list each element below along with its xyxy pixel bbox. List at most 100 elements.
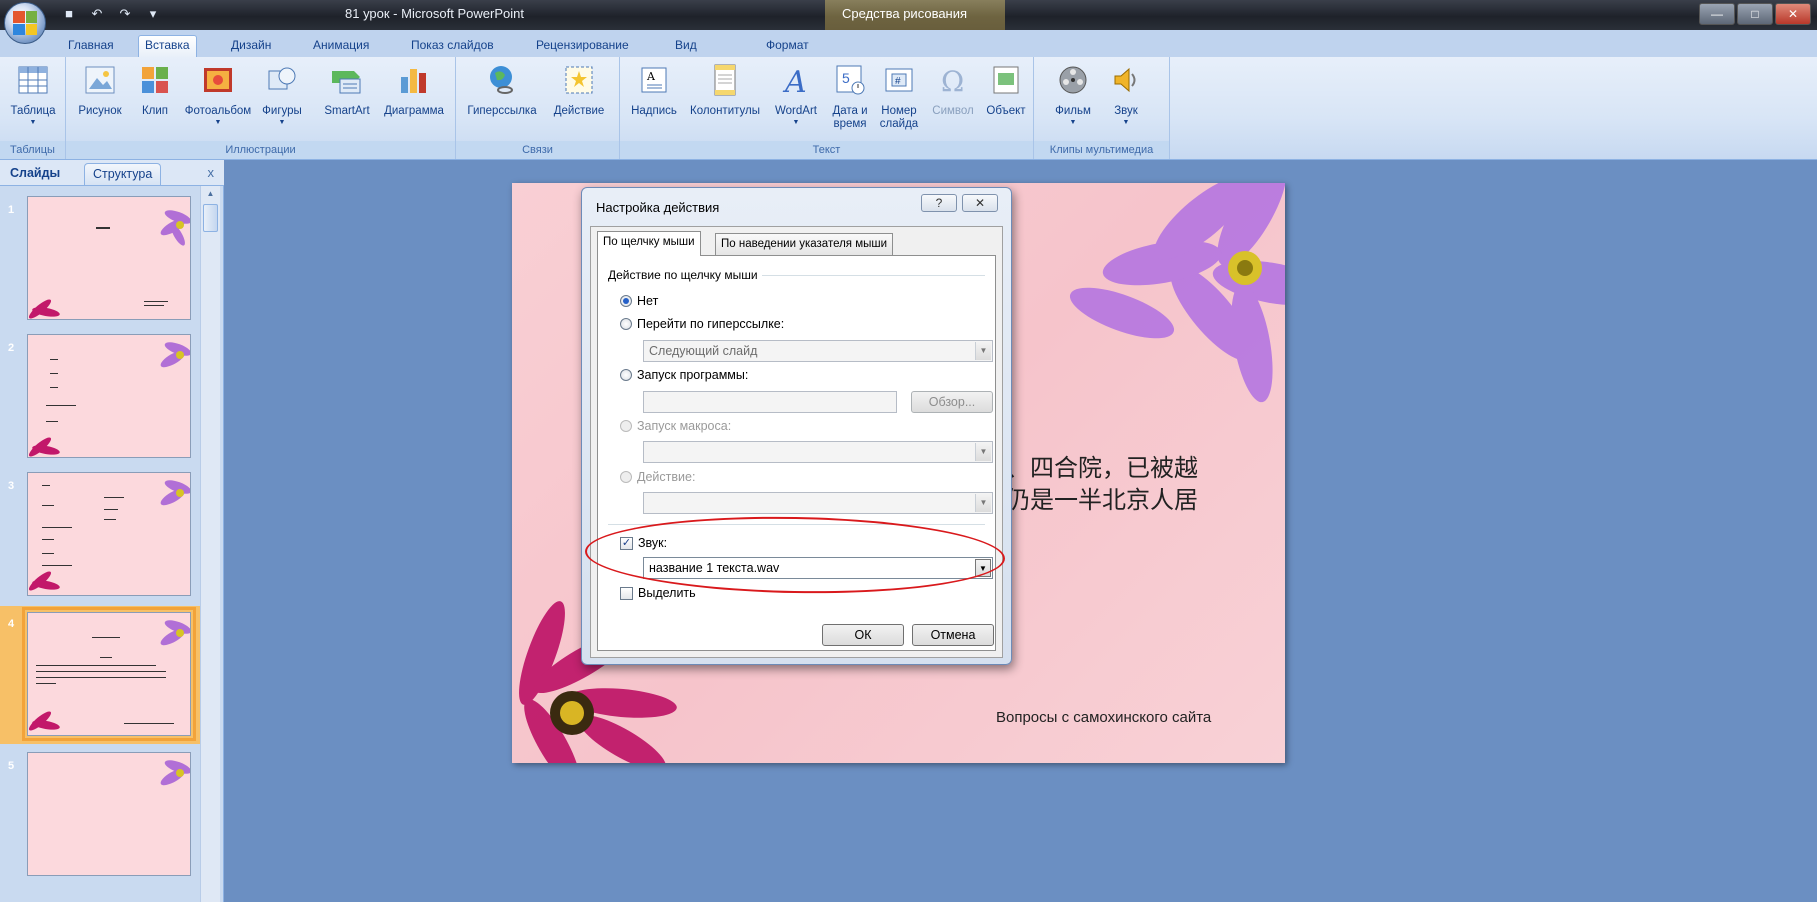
wordart-icon: A — [782, 65, 807, 100]
tab-slideshow[interactable]: Показ слайдов — [405, 36, 500, 57]
macro-select[interactable]: ▼ — [643, 441, 993, 463]
ok-button[interactable]: ОК — [822, 624, 904, 646]
close-icon[interactable]: x — [208, 165, 215, 180]
chart-icon — [401, 69, 426, 93]
program-path-input[interactable] — [643, 391, 897, 413]
sound-select[interactable]: название 1 текста.wav ▼ — [643, 557, 993, 579]
table-icon — [18, 66, 48, 94]
slide-thumbnail-3[interactable] — [27, 472, 191, 596]
smartart-button[interactable]: SmartArt — [318, 63, 376, 118]
slide-footer-text[interactable]: Вопросы с самохинского сайта — [996, 709, 1211, 726]
object-icon — [993, 66, 1019, 94]
chart-button[interactable]: Диаграмма — [376, 63, 452, 118]
svg-text:A: A — [646, 70, 656, 83]
slide-thumbnails: 1 2 3 4 5 — [0, 186, 200, 902]
datetime-button[interactable]: 5 Дата и время — [826, 63, 874, 131]
browse-button[interactable]: Обзор... — [911, 391, 993, 413]
radio-object-action[interactable]: Действие: — [620, 470, 695, 484]
tab-mouse-over[interactable]: По наведении указателя мыши — [715, 233, 894, 255]
dialog-close-button[interactable]: ✕ — [962, 194, 998, 212]
textbox-button[interactable]: A Надпись — [624, 63, 684, 118]
chevron-down-icon[interactable]: ▼ — [975, 342, 991, 360]
header-footer-button[interactable]: Колонтитулы — [684, 63, 766, 118]
tab-review[interactable]: Рецензирование — [530, 36, 635, 57]
action-icon — [565, 66, 593, 94]
maximize-button[interactable]: □ — [1737, 3, 1773, 25]
radio-run-macro[interactable]: Запуск макроса: — [620, 419, 731, 433]
checkmark-icon[interactable]: ✓ — [620, 536, 633, 550]
play-sound-checkbox-row[interactable]: ✓ Звук: — [620, 536, 667, 550]
tab-design[interactable]: Дизайн — [225, 36, 277, 57]
scroll-up-icon[interactable]: ▲ — [203, 189, 218, 201]
sound-button[interactable]: Звук ▼ — [1104, 63, 1148, 127]
movie-button[interactable]: Фильм ▼ — [1048, 63, 1098, 127]
tab-outline[interactable]: Структура — [84, 163, 162, 185]
calendar-icon: 5 — [836, 65, 865, 95]
cancel-button[interactable]: Отмена — [912, 624, 994, 646]
radio-run-program[interactable]: Запуск программы: — [620, 368, 748, 382]
radio-icon[interactable] — [620, 318, 632, 330]
ribbon-tabs: Главная Вставка Дизайн Анимация Показ сл… — [0, 30, 1817, 58]
slide-thumbnail-4[interactable] — [22, 607, 196, 741]
redo-icon[interactable]: ↷ — [116, 5, 134, 23]
table-button[interactable]: Таблица ▼ — [4, 63, 62, 127]
radio-icon[interactable] — [620, 369, 632, 381]
slide-text-line[interactable]: 、四合院，已被越 — [1006, 448, 1198, 483]
shapes-button[interactable]: Фигуры ▼ — [254, 63, 310, 127]
radio-none[interactable]: Нет — [620, 294, 658, 308]
picture-button[interactable]: Рисунок — [74, 63, 126, 118]
tab-animation[interactable]: Анимация — [307, 36, 375, 57]
slide-thumbnail-5[interactable] — [27, 752, 191, 876]
wordart-button[interactable]: A WordArt ▼ — [768, 63, 824, 127]
hyperlink-select[interactable]: Следующий слайд ▼ — [643, 340, 993, 362]
tab-mouse-click[interactable]: По щелчку мыши — [597, 231, 701, 256]
dialog-title: Настройка действия — [596, 200, 720, 215]
symbol-button[interactable]: Ω Символ — [926, 63, 980, 118]
window-controls: — □ ✕ — [1699, 3, 1811, 25]
scroll-thumb[interactable] — [203, 204, 218, 232]
group-label-illustrations: Иллюстрации — [66, 141, 455, 159]
chevron-down-icon[interactable]: ▼ — [975, 559, 991, 577]
tab-format[interactable]: Формат — [760, 36, 815, 57]
close-window-button[interactable]: ✕ — [1775, 3, 1811, 25]
slide-number-icon: # — [885, 68, 913, 92]
tab-slides[interactable]: Слайды — [2, 163, 68, 185]
hyperlink-globe-icon — [490, 66, 513, 94]
object-action-select[interactable]: ▼ — [643, 492, 993, 514]
radio-icon[interactable] — [620, 420, 632, 432]
tab-insert[interactable]: Вставка — [138, 35, 197, 58]
object-button[interactable]: Объект — [980, 63, 1032, 118]
chevron-down-icon[interactable]: ▼ — [975, 494, 991, 512]
clipart-icon — [142, 67, 168, 93]
tab-home[interactable]: Главная — [62, 36, 120, 57]
customize-qat-icon[interactable]: ▾ — [144, 5, 162, 23]
chevron-down-icon[interactable]: ▼ — [975, 443, 991, 461]
slide-thumbnail-1[interactable] — [27, 196, 191, 320]
radio-hyperlink[interactable]: Перейти по гиперссылке: — [620, 317, 784, 331]
slide-thumbnail-2[interactable] — [27, 334, 191, 458]
save-icon[interactable]: ■ — [60, 5, 78, 23]
hyperlink-button[interactable]: Гиперссылка — [462, 63, 542, 118]
dialog-body: По щелчку мыши По наведении указателя мы… — [590, 226, 1003, 658]
tab-view[interactable]: Вид — [669, 36, 703, 57]
svg-text:A: A — [782, 65, 807, 97]
group-label-links: Связи — [456, 141, 619, 159]
radio-checked-icon[interactable] — [620, 295, 632, 307]
help-button[interactable]: ? — [921, 194, 957, 212]
flower-decoration — [28, 342, 190, 457]
slide-number-button[interactable]: # Номер слайда — [874, 63, 924, 131]
office-button[interactable] — [4, 2, 46, 44]
action-button[interactable]: Действие — [544, 63, 614, 118]
film-reel-icon — [1059, 66, 1087, 94]
minimize-button[interactable]: — — [1699, 3, 1735, 25]
clip-button[interactable]: Клип — [134, 63, 176, 118]
radio-icon[interactable] — [620, 471, 632, 483]
undo-icon[interactable]: ↶ — [88, 5, 106, 23]
pane-scrollbar[interactable]: ▲ — [200, 186, 220, 902]
checkbox-icon[interactable] — [620, 586, 633, 600]
svg-text:5: 5 — [842, 70, 850, 86]
highlight-checkbox-row[interactable]: Выделить — [620, 586, 696, 600]
photoalbum-icon — [204, 68, 232, 92]
slide-text-line[interactable]: 仍是一半北京人居 — [1006, 480, 1198, 515]
photoalbum-button[interactable]: Фотоальбом ▼ — [182, 63, 254, 127]
